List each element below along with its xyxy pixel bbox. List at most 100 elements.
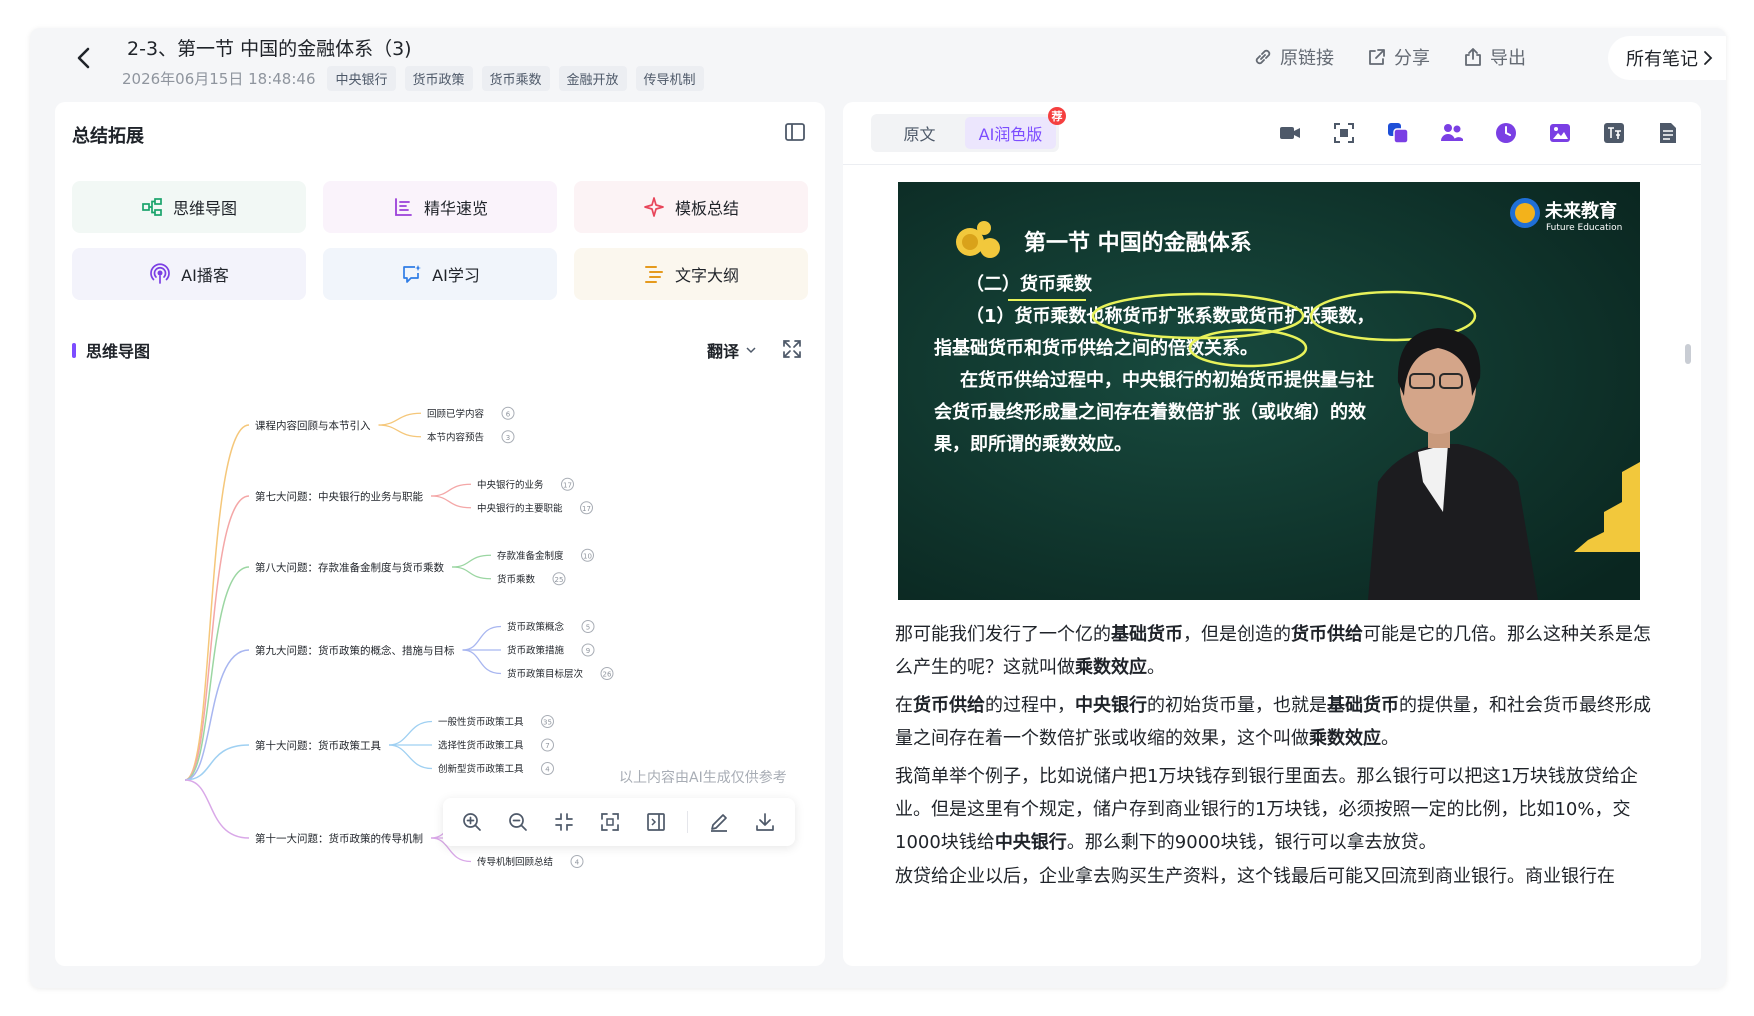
mindmap-link	[184, 779, 250, 839]
mindmap-node[interactable]: 中央银行的业务	[477, 479, 544, 491]
video-slide-title: 第一节 中国的金融体系	[1024, 230, 1252, 256]
mindmap-branch[interactable]: 第十一大问题：货币政策的传导机制	[255, 832, 423, 845]
tool-highlights[interactable]: 精华速览	[323, 181, 557, 233]
mindmap-link	[430, 483, 472, 497]
expand-icon	[783, 340, 801, 358]
mindmap-toolbar	[443, 798, 795, 846]
mindmap-link	[378, 412, 422, 426]
svg-text:未来教育: 未来教育	[1545, 200, 1617, 222]
tool-label: 思维导图	[172, 199, 237, 218]
zoom-in-button[interactable]	[453, 804, 491, 840]
tab-ai-polished[interactable]: AI润色版	[965, 117, 1056, 149]
panel-title: 总结拓展	[72, 126, 144, 147]
mindmap-link	[378, 424, 422, 438]
back-button[interactable]	[66, 40, 102, 76]
section-title-text: 思维导图	[86, 342, 151, 361]
fit-view-button[interactable]	[591, 804, 629, 840]
mindmap-node[interactable]: 货币政策目标层次	[507, 668, 584, 680]
mindmap-link	[451, 554, 492, 568]
original-link-button[interactable]: 原链接	[1252, 44, 1334, 70]
mindmap-branch[interactable]: 课程内容回顾与本节引入	[255, 419, 371, 432]
node-count: 25	[555, 576, 564, 584]
node-count: 4	[545, 766, 550, 774]
tool-mindmap[interactable]: 思维导图	[72, 181, 306, 233]
mindmap-link	[430, 495, 472, 509]
mindmap-node[interactable]: 货币政策措施	[507, 645, 565, 657]
mindmap-branch[interactable]: 第十大问题：货币政策工具	[255, 739, 381, 752]
mindmap-node[interactable]: 货币乘数	[497, 573, 536, 585]
node-count: 6	[506, 410, 511, 418]
mindmap-link	[462, 625, 502, 651]
slide-line: 会货币最终形成量之间存在着数倍扩张（或收缩）的效	[934, 401, 1367, 423]
fullscreen-button[interactable]	[781, 338, 803, 360]
split-view-button[interactable]	[637, 804, 675, 840]
note-date: 2026年06月15日 18:48:46	[122, 70, 316, 88]
document-icon[interactable]	[1655, 120, 1681, 146]
tool-text-outline[interactable]: 文字大纲	[574, 248, 808, 300]
tool-ai-podcast[interactable]: AI播客	[72, 248, 306, 300]
mindmap-node[interactable]: 本节内容预告	[427, 431, 484, 443]
chevron-right-icon	[1704, 51, 1713, 65]
node-count: 35	[543, 719, 552, 727]
svg-text:Future Education: Future Education	[1546, 223, 1622, 233]
mindmap-branch[interactable]: 第九大问题：货币政策的概念、措施与目标	[255, 644, 455, 657]
tag[interactable]: 中央银行	[327, 66, 396, 91]
collapse-button[interactable]	[545, 804, 583, 840]
mindmap-link	[451, 566, 492, 580]
outline-icon	[644, 266, 663, 283]
tool-label: AI播客	[181, 266, 229, 285]
lecture-video[interactable]: 第一节 中国的金融体系 未来教育 Future Education （二）货币乘…	[898, 182, 1640, 600]
mindmap-node[interactable]: 选择性货币政策工具	[438, 740, 524, 752]
share-button[interactable]: 分享	[1366, 44, 1430, 70]
tag[interactable]: 金融开放	[558, 66, 627, 91]
download-button[interactable]	[746, 804, 784, 840]
edit-button[interactable]	[700, 804, 738, 840]
mindmap-node[interactable]: 传导机制回顾总结	[477, 856, 553, 868]
mindmap-node[interactable]: 一般性货币政策工具	[438, 716, 524, 728]
zoom-out-button[interactable]	[499, 804, 537, 840]
tool-label: AI学习	[432, 266, 480, 285]
split-view-icon	[647, 813, 665, 831]
all-notes-button[interactable]: 所有笔记	[1608, 36, 1726, 80]
mindmap-link	[184, 649, 250, 781]
video-camera-icon[interactable]	[1277, 120, 1303, 146]
image-icon[interactable]	[1547, 120, 1573, 146]
mindmap-link	[184, 424, 250, 781]
tool-grid: 思维导图 精华速览 模板总结 AI播客 AI学习 文字大纲	[72, 181, 808, 300]
sidebar-toggle-button[interactable]	[783, 120, 807, 144]
translate-icon[interactable]	[1601, 120, 1627, 146]
node-count: 17	[582, 505, 591, 513]
mindmap-node[interactable]: 存款准备金制度	[497, 550, 564, 562]
mindmap-node[interactable]: 货币政策概念	[507, 621, 565, 633]
translate-dropdown[interactable]: 翻译	[707, 338, 757, 362]
tool-label: 精华速览	[423, 199, 488, 218]
tag[interactable]: 货币政策	[404, 66, 473, 91]
scrollbar-thumb[interactable]	[1685, 344, 1691, 364]
tool-ai-learning[interactable]: AI学习	[323, 248, 557, 300]
mindmap-branch[interactable]: 第八大问题：存款准备金制度与货币乘数	[255, 561, 444, 574]
panel-divider	[843, 164, 1701, 165]
link-icon	[1255, 49, 1271, 65]
tag[interactable]: 传导机制	[635, 66, 704, 91]
collapse-icon	[555, 813, 573, 831]
mindmap-canvas[interactable]: 课程内容回顾与本节引入 回顾已学内容 6 本节内容预告 3 第七大问题：中央银行的业务与职…	[55, 372, 825, 966]
copy-icon[interactable]	[1385, 120, 1411, 146]
mindmap-branch[interactable]: 第七大问题：中央银行的业务与职能	[255, 490, 423, 503]
zoom-in-icon	[463, 813, 481, 831]
screenshot-icon[interactable]	[1331, 120, 1357, 146]
mindmap-node[interactable]: 回顾已学内容	[427, 408, 485, 420]
mindmap-node[interactable]: 创新型货币政策工具	[438, 763, 524, 775]
fit-view-icon	[601, 813, 619, 831]
tag[interactable]: 货币乘数	[481, 66, 550, 91]
slide-line: （1）货币乘数也称货币扩张系数或货币扩张乘数，	[966, 305, 1375, 327]
export-button[interactable]: 导出	[1462, 44, 1526, 70]
tab-original[interactable]: 原文	[874, 117, 965, 149]
mindmap-link	[462, 649, 502, 675]
mindmap-node[interactable]: 中央银行的主要职能	[477, 502, 563, 514]
future-education-logo: 未来教育 Future Education	[1510, 198, 1622, 233]
sidebar-icon	[785, 123, 805, 141]
slide-line: 指基础货币和货币供给之间的倍数关系。	[934, 337, 1258, 359]
clock-icon[interactable]	[1493, 120, 1519, 146]
tool-template-summary[interactable]: 模板总结	[574, 181, 808, 233]
speakers-icon[interactable]	[1439, 120, 1465, 146]
